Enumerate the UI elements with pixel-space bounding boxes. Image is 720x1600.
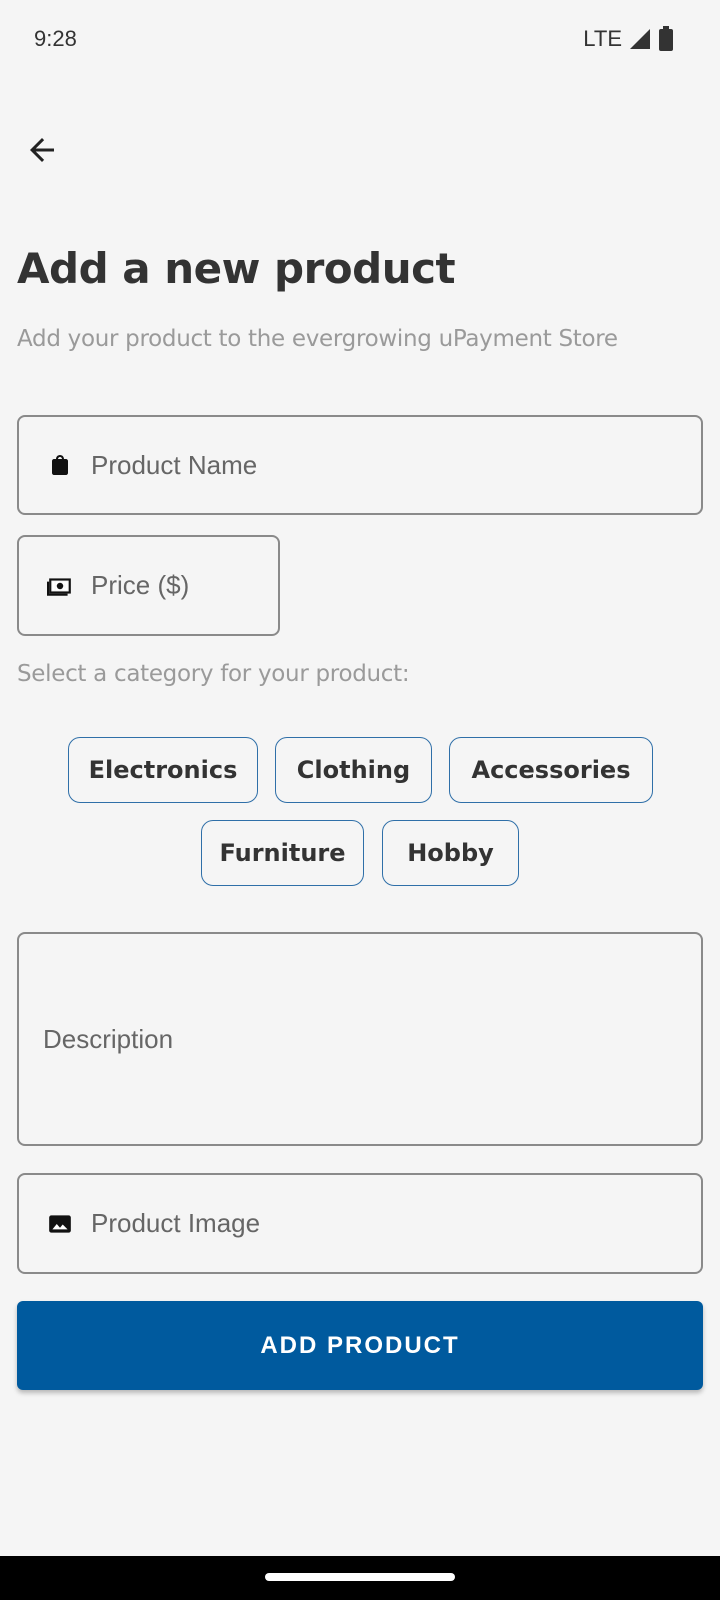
category-chip-accessories[interactable]: Accessories bbox=[449, 737, 653, 803]
product-image-input[interactable]: Product Image bbox=[17, 1173, 703, 1274]
shopping-bag-icon bbox=[47, 452, 73, 478]
description-placeholder: Description bbox=[43, 1023, 174, 1054]
category-chip-clothing[interactable]: Clothing bbox=[275, 737, 432, 803]
page-subtitle: Add your product to the evergrowing uPay… bbox=[17, 326, 618, 352]
product-name-input[interactable]: Product Name bbox=[17, 415, 703, 515]
money-icon bbox=[47, 573, 73, 599]
image-icon bbox=[47, 1211, 73, 1237]
page-title: Add a new product bbox=[17, 244, 456, 293]
category-chip-furniture[interactable]: Furniture bbox=[201, 820, 364, 886]
add-product-screen: 9:28 LTE Add a new product Add your prod… bbox=[0, 0, 720, 1600]
price-placeholder: Price ($) bbox=[91, 570, 190, 600]
price-input[interactable]: Price ($) bbox=[17, 535, 280, 636]
signal-icon bbox=[630, 29, 650, 49]
product-name-placeholder: Product Name bbox=[91, 449, 258, 480]
category-chip-electronics[interactable]: Electronics bbox=[68, 737, 258, 803]
navigation-bar bbox=[0, 1556, 720, 1600]
product-image-placeholder: Product Image bbox=[91, 1208, 261, 1238]
status-time: 9:28 bbox=[34, 26, 77, 51]
arrow-left-icon bbox=[30, 138, 54, 162]
home-indicator[interactable] bbox=[265, 1573, 455, 1581]
add-product-button[interactable]: ADD PRODUCT bbox=[17, 1301, 703, 1390]
status-bar: 9:28 LTE bbox=[0, 0, 720, 80]
category-chip-hobby[interactable]: Hobby bbox=[382, 820, 519, 886]
status-indicators: LTE bbox=[583, 26, 674, 52]
description-textarea[interactable]: Description bbox=[17, 932, 703, 1146]
back-button[interactable] bbox=[20, 128, 64, 172]
network-type: LTE bbox=[583, 26, 622, 51]
battery-icon bbox=[659, 26, 673, 51]
category-label: Select a category for your product: bbox=[17, 661, 410, 687]
